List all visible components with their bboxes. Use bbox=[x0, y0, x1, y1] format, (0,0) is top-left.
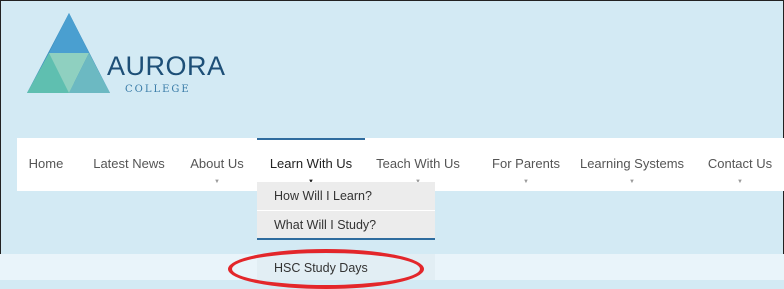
nav-item-label: Latest News bbox=[93, 156, 165, 171]
brand-subtitle: COLLEGE bbox=[125, 84, 191, 95]
chevron-down-icon: ▼ bbox=[737, 179, 743, 185]
nav-item-label: Contact Us bbox=[707, 156, 773, 171]
nav-item-contact-us[interactable]: Contact Us ▼ bbox=[707, 138, 773, 191]
highlight-circle bbox=[228, 249, 424, 289]
chevron-down-icon: ▼ bbox=[214, 179, 220, 185]
nav-item-home[interactable]: Home bbox=[28, 138, 64, 191]
nav-item-label: For Parents bbox=[492, 156, 560, 171]
nav-item-about-us[interactable]: About Us ▼ bbox=[188, 138, 246, 191]
chevron-down-icon: ▼ bbox=[523, 179, 529, 185]
nav-item-label: Learn With Us bbox=[269, 156, 353, 171]
nav-item-latest-news[interactable]: Latest News bbox=[92, 138, 166, 191]
nav-item-label: Teach With Us bbox=[376, 156, 460, 171]
nav-item-label: Learning Systems bbox=[579, 156, 685, 171]
learn-with-us-dropdown: How Will I Learn? What Will I Study? bbox=[257, 182, 435, 240]
nav-item-learning-systems[interactable]: Learning Systems ▼ bbox=[579, 138, 685, 191]
brand-name: AURORA bbox=[107, 51, 226, 81]
dropdown-item-how-will-i-learn[interactable]: How Will I Learn? bbox=[257, 182, 435, 211]
nav-item-for-parents[interactable]: For Parents ▼ bbox=[487, 138, 565, 191]
dropdown-item-what-will-i-study[interactable]: What Will I Study? bbox=[257, 211, 435, 238]
chevron-down-icon: ▼ bbox=[629, 179, 635, 185]
nav-item-label: About Us bbox=[190, 156, 244, 171]
nav-item-label: Home bbox=[28, 156, 64, 171]
